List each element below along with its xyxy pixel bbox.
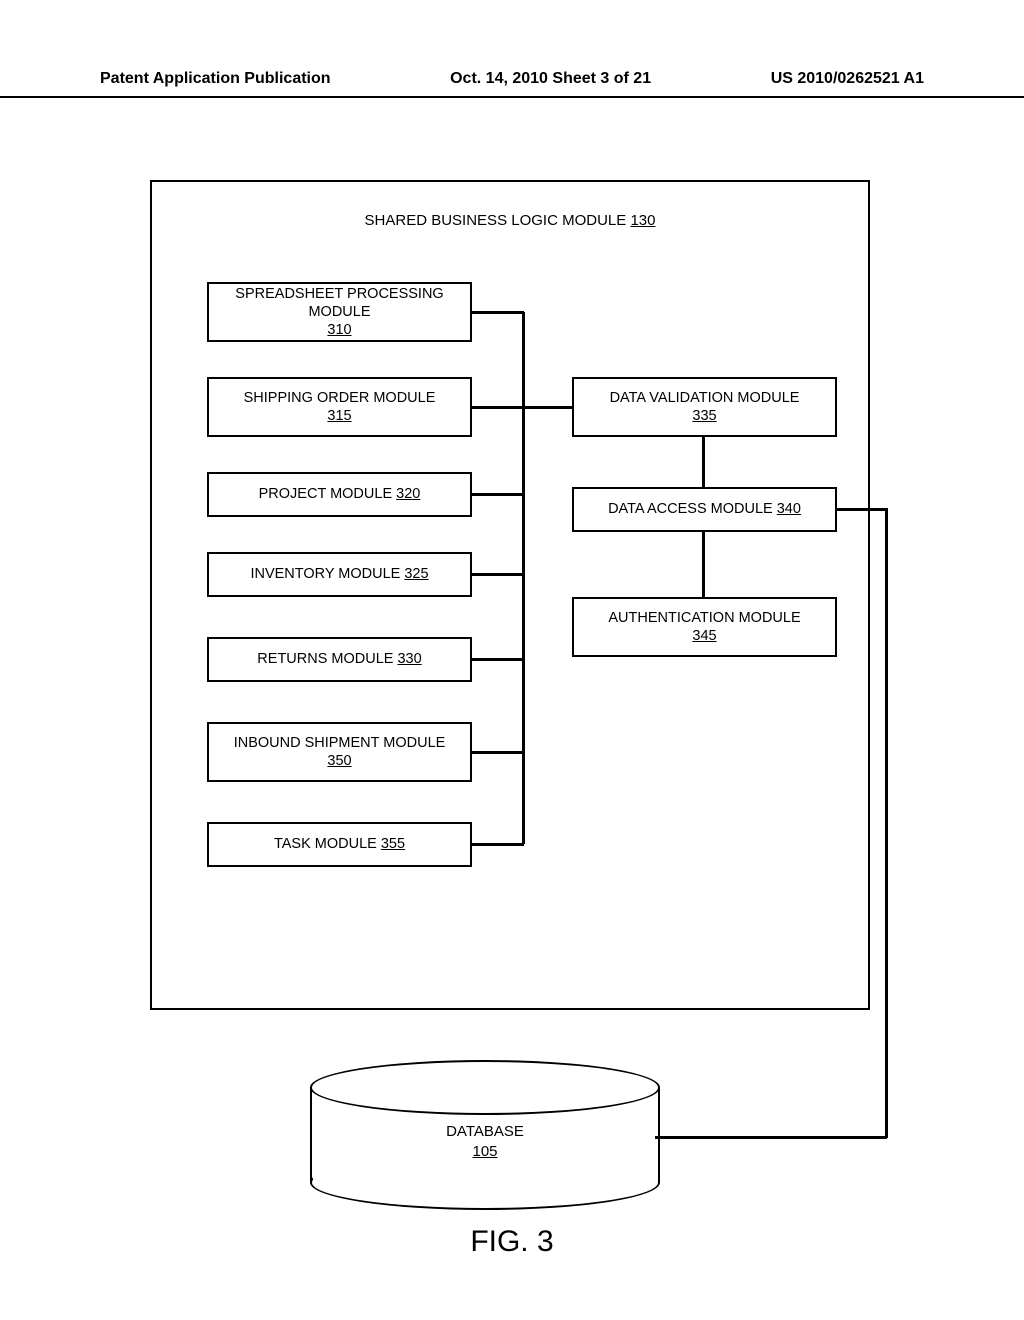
module-label: SPREADSHEET PROCESSING MODULE [215, 285, 464, 321]
module-label: PROJECT MODULE 320 [259, 485, 421, 503]
module-label-text: PROJECT MODULE [259, 486, 392, 502]
header-date-sheet: Oct. 14, 2010 Sheet 3 of 21 [331, 70, 771, 88]
module-ref: 350 [327, 752, 351, 770]
module-label: SHIPPING ORDER MODULE [244, 389, 436, 407]
module-ref: 340 [777, 501, 801, 517]
task-module: TASK MODULE 355 [207, 822, 472, 867]
module-label-text: DATA ACCESS MODULE [608, 501, 773, 517]
connector-line [885, 508, 888, 1138]
module-ref: 320 [396, 486, 420, 502]
connector-line [472, 311, 524, 314]
project-module: PROJECT MODULE 320 [207, 472, 472, 517]
module-label: RETURNS MODULE 330 [257, 650, 421, 668]
container-title-ref: 130 [630, 212, 655, 229]
module-ref: 315 [327, 407, 351, 425]
module-ref: 355 [381, 836, 405, 852]
connector-line [472, 493, 524, 496]
connector-line [702, 532, 705, 599]
module-label: DATA VALIDATION MODULE [610, 389, 800, 407]
connector-line [655, 1136, 887, 1139]
module-label-text: TASK MODULE [274, 836, 377, 852]
module-label: TASK MODULE 355 [274, 835, 405, 853]
header-pub-number: US 2010/0262521 A1 [771, 70, 924, 88]
container-title: SHARED BUSINESS LOGIC MODULE 130 [152, 212, 868, 229]
container-title-label: SHARED BUSINESS LOGIC MODULE [365, 212, 627, 229]
inventory-module: INVENTORY MODULE 325 [207, 552, 472, 597]
connector-line [702, 437, 705, 489]
authentication-module: AUTHENTICATION MODULE 345 [572, 597, 837, 657]
module-ref: 310 [327, 321, 351, 339]
module-ref: 345 [692, 627, 716, 645]
database-cylinder: DATABASE 105 [310, 1060, 660, 1205]
connector-line [835, 508, 887, 511]
database-top-ellipse [310, 1060, 660, 1115]
module-ref: 325 [404, 566, 428, 582]
inbound-shipment-module: INBOUND SHIPMENT MODULE 350 [207, 722, 472, 782]
data-access-module: DATA ACCESS MODULE 340 [572, 487, 837, 532]
header-publication: Patent Application Publication [100, 70, 331, 88]
connector-line [472, 658, 524, 661]
shared-business-logic-module: SHARED BUSINESS LOGIC MODULE 130 SPREADS… [150, 180, 870, 1010]
data-validation-module: DATA VALIDATION MODULE 335 [572, 377, 837, 437]
module-label: INBOUND SHIPMENT MODULE [234, 734, 446, 752]
module-label-text: INVENTORY MODULE [250, 566, 400, 582]
connector-line [472, 406, 524, 409]
module-label: INVENTORY MODULE 325 [250, 565, 428, 583]
shipping-order-module: SHIPPING ORDER MODULE 315 [207, 377, 472, 437]
connector-line [472, 843, 524, 846]
database-label: DATABASE 105 [310, 1122, 660, 1161]
figure-caption: FIG. 3 [0, 1225, 1024, 1259]
database-ref: 105 [472, 1143, 497, 1160]
page-header: Patent Application Publication Oct. 14, … [0, 70, 1024, 98]
connector-line [472, 751, 524, 754]
module-ref: 335 [692, 407, 716, 425]
returns-module: RETURNS MODULE 330 [207, 637, 472, 682]
module-ref: 330 [397, 651, 421, 667]
spreadsheet-processing-module: SPREADSHEET PROCESSING MODULE 310 [207, 282, 472, 342]
connector-line [522, 406, 574, 409]
module-label-text: RETURNS MODULE [257, 651, 393, 667]
module-label: AUTHENTICATION MODULE [608, 609, 800, 627]
connector-line [472, 573, 524, 576]
connector-line [522, 312, 525, 844]
module-label: DATA ACCESS MODULE 340 [608, 500, 801, 518]
database-label-text: DATABASE [446, 1123, 524, 1140]
